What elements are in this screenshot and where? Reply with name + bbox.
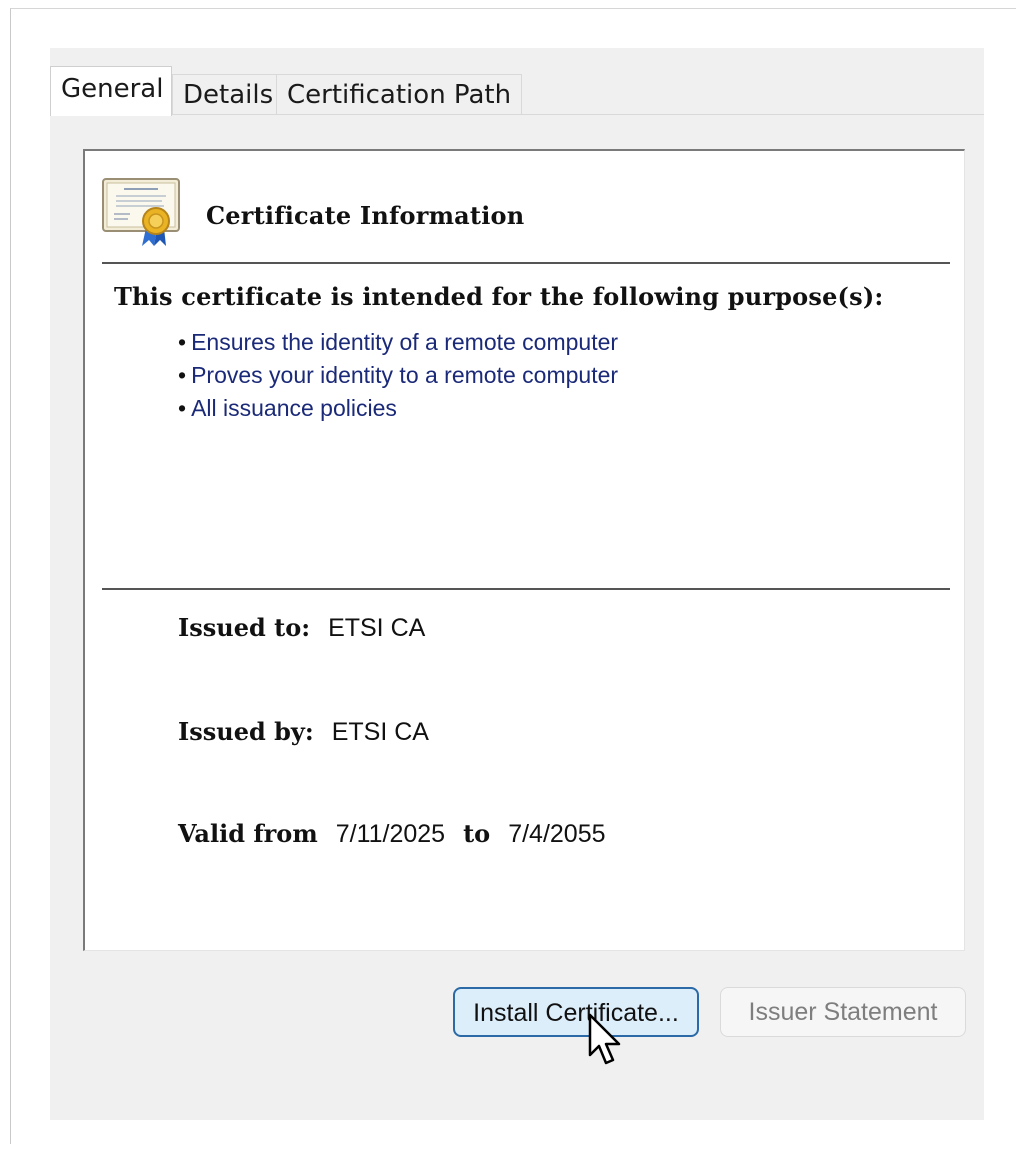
issued-to-label: Issued to: [178, 613, 311, 642]
valid-to-label: to [463, 819, 491, 848]
purpose-item: • Proves your identity to a remote comput… [178, 362, 619, 388]
issued-to-value: ETSI CA [328, 614, 426, 642]
purpose-list: • Ensures the identity of a remote comput… [178, 326, 618, 425]
validity-row: Valid from 7/11/2025 to 7/4/2055 [178, 819, 606, 849]
issued-by-label: Issued by: [178, 717, 314, 746]
general-tab-panel: Certificate Information This certificate… [50, 114, 984, 1120]
valid-from-value: 7/11/2025 [335, 820, 446, 848]
issued-to-row: Issued to: ETSI CA [178, 613, 425, 643]
tab-certification-path[interactable]: Certification Path [276, 74, 523, 114]
divider [102, 262, 950, 264]
certificate-info-panel: Certificate Information This certificate… [83, 149, 965, 951]
valid-from-label: Valid from [178, 819, 318, 848]
certificate-info-title: Certificate Information [206, 201, 525, 230]
certificate-icon [102, 178, 180, 246]
divider [102, 588, 950, 590]
tab-bar: Details Certification Path General [50, 66, 984, 116]
issued-by-value: ETSI CA [331, 718, 429, 746]
valid-to-value: 7/4/2055 [508, 820, 606, 848]
tab-general[interactable]: General [50, 66, 172, 116]
install-certificate-button[interactable]: Install Certificate... [453, 987, 699, 1037]
tab-details[interactable]: Details [172, 74, 285, 114]
arrow-cursor-icon [588, 1013, 621, 1065]
purpose-item: • All issuance policies [178, 395, 397, 421]
issued-by-row: Issued by: ETSI CA [178, 717, 429, 747]
issuer-statement-button[interactable]: Issuer Statement [720, 987, 966, 1037]
certificate-dialog: Details Certification Path General Certi… [50, 48, 984, 1120]
purpose-heading: This certificate is intended for the fol… [114, 282, 884, 311]
purpose-item: • Ensures the identity of a remote comput… [178, 329, 619, 355]
